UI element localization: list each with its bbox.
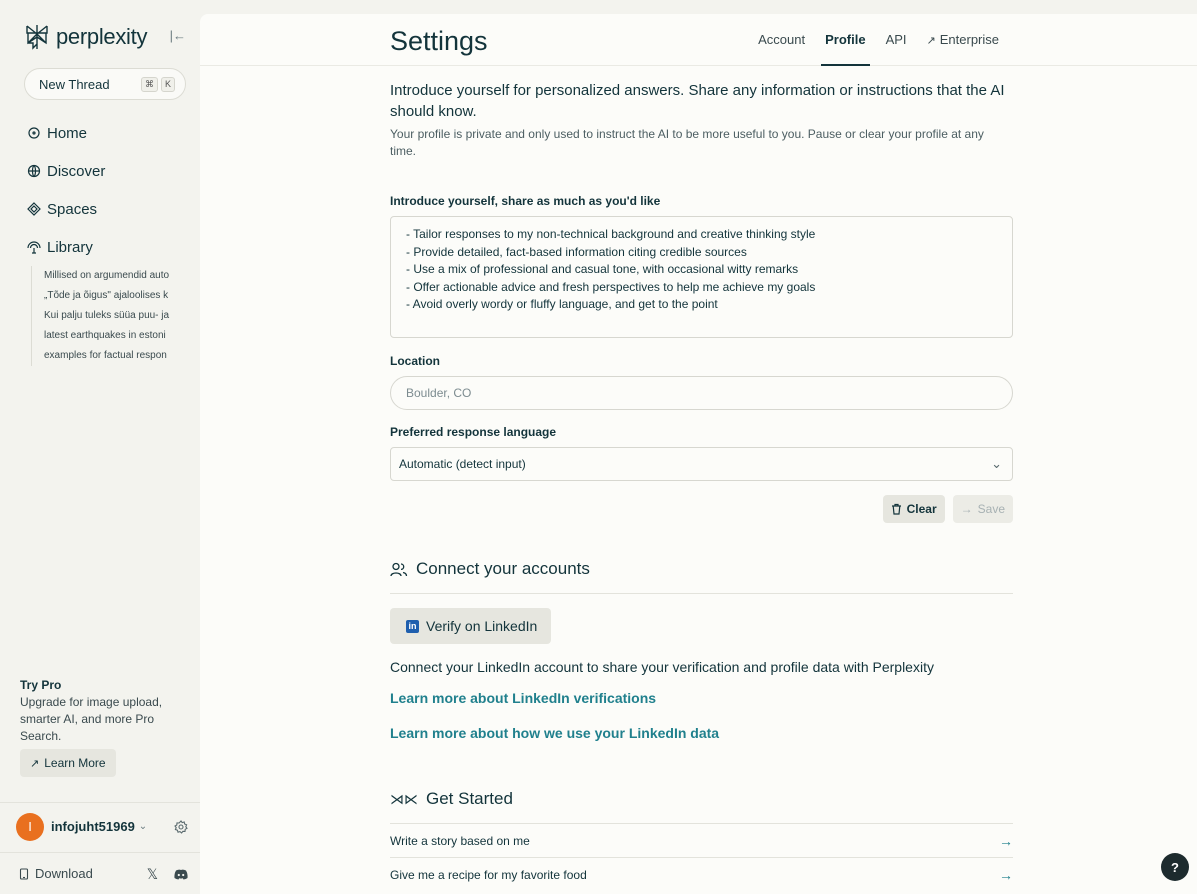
globe-icon bbox=[27, 164, 41, 178]
brand-name: perplexity bbox=[56, 24, 148, 49]
get-started-heading: ⋊⋉ Get Started bbox=[390, 789, 1013, 809]
sidebar-item-label: Spaces bbox=[47, 200, 98, 218]
verify-linkedin-button[interactable]: in Verify on LinkedIn bbox=[390, 608, 552, 644]
library-thread-item[interactable]: Millised on argumendid auto bbox=[44, 266, 200, 286]
users-icon bbox=[390, 562, 408, 576]
chevron-down-icon: ⌄ bbox=[991, 456, 1002, 471]
new-thread-label: New Thread bbox=[39, 76, 110, 92]
language-label: Preferred response language bbox=[390, 425, 557, 439]
profile-intro-sub: Your profile is private and only used to… bbox=[390, 127, 984, 158]
download-button[interactable]: Download bbox=[18, 866, 93, 881]
tab-account[interactable]: Account bbox=[748, 14, 815, 66]
get-started-list: Write a story based on me → Give me a re… bbox=[390, 823, 1013, 891]
device-icon bbox=[19, 867, 29, 880]
download-label: Download bbox=[35, 866, 93, 881]
get-started-heading-label: Get Started bbox=[426, 789, 513, 808]
arrow-right-icon: → bbox=[999, 832, 1013, 849]
settings-panel: Settings Account Profile API ↗ Enterprise… bbox=[200, 14, 1197, 894]
settings-tabs: Account Profile API ↗ Enterprise bbox=[748, 14, 1009, 66]
divider bbox=[390, 593, 1013, 594]
sparkle-icon: ⋊⋉ bbox=[390, 790, 418, 807]
learn-more-button[interactable]: ↗ Learn More bbox=[20, 749, 116, 777]
linkedin-verifications-link[interactable]: Learn more about LinkedIn verifications bbox=[390, 690, 656, 706]
username[interactable]: infojuht51969 bbox=[51, 819, 135, 834]
k-key: K bbox=[160, 76, 175, 92]
tab-enterprise-label: Enterprise bbox=[939, 32, 999, 47]
brand-logo[interactable]: perplexity |← bbox=[0, 14, 200, 60]
arrow-right-icon: → bbox=[999, 866, 1013, 883]
command-key: ⌘ bbox=[140, 76, 158, 92]
connect-heading: Connect your accounts bbox=[390, 559, 1013, 579]
list-item[interactable]: Give me a recipe for my favorite food → bbox=[390, 857, 1013, 891]
profile-actions: Clear → Save bbox=[390, 495, 1013, 523]
new-thread-button[interactable]: New Thread ⌘ K bbox=[24, 68, 186, 100]
x-icon[interactable]: 𝕏 bbox=[147, 866, 158, 883]
try-pro-description: Upgrade for image upload, smarter AI, an… bbox=[20, 695, 163, 743]
learn-more-label: Learn More bbox=[44, 756, 106, 770]
help-button[interactable]: ? bbox=[1161, 853, 1189, 881]
library-thread-item[interactable]: „Tõde ja õigus" ajaloolises k bbox=[44, 286, 200, 306]
trash-icon bbox=[891, 503, 901, 515]
language-select-value: Automatic (detect input) bbox=[399, 457, 526, 471]
save-label: Save bbox=[977, 502, 1005, 516]
connect-heading-label: Connect your accounts bbox=[416, 559, 590, 578]
tab-api[interactable]: API bbox=[876, 14, 917, 66]
user-menu: I infojuht51969 ⌄ bbox=[0, 802, 200, 850]
sidebar-item-label: Library bbox=[47, 238, 93, 256]
library-thread-list: Millised on argumendid auto „Tõde ja õig… bbox=[31, 266, 200, 366]
social-links: 𝕏 bbox=[147, 866, 188, 883]
save-button[interactable]: → Save bbox=[952, 495, 1013, 523]
arrow-right-icon: → bbox=[960, 502, 973, 516]
download-bar: Download 𝕏 bbox=[0, 852, 200, 894]
shortcut-keys: ⌘ K bbox=[140, 76, 175, 92]
linkedin-icon: in bbox=[406, 619, 419, 633]
try-pro-title: Try Pro bbox=[20, 678, 62, 692]
collapse-sidebar-icon[interactable]: |← bbox=[170, 28, 186, 43]
try-pro-card: Try Pro Upgrade for image upload, smarte… bbox=[20, 678, 190, 777]
clear-button[interactable]: Clear bbox=[882, 495, 945, 523]
connect-description: Connect your LinkedIn account to share y… bbox=[390, 659, 934, 675]
sidebar-nav: Home Discover Spaces Library bbox=[0, 114, 200, 266]
verify-linkedin-label: Verify on LinkedIn bbox=[426, 618, 538, 634]
list-item-label: Give me a recipe for my favorite food bbox=[390, 867, 587, 882]
sidebar-item-discover[interactable]: Discover bbox=[0, 152, 200, 190]
profile-intro: Introduce yourself for personalized answ… bbox=[390, 82, 1005, 120]
sidebar-item-spaces[interactable]: Spaces bbox=[0, 190, 200, 228]
library-thread-item[interactable]: latest earthquakes in estoni bbox=[44, 326, 200, 346]
language-select[interactable]: Automatic (detect input) ⌄ bbox=[390, 447, 1013, 481]
sidebar-item-home[interactable]: Home bbox=[0, 114, 200, 152]
sidebar-item-label: Home bbox=[47, 124, 88, 142]
perplexity-logo-icon bbox=[26, 25, 48, 50]
list-item-label: Write a story based on me bbox=[390, 833, 530, 848]
clear-label: Clear bbox=[906, 502, 937, 516]
list-item[interactable]: Write a story based on me → bbox=[390, 823, 1013, 857]
library-thread-item[interactable]: examples for factual respon bbox=[44, 346, 200, 366]
linkedin-data-link[interactable]: Learn more about how we use your LinkedI… bbox=[390, 725, 719, 741]
arrow-up-right-icon: ↗ bbox=[926, 35, 936, 47]
sidebar: perplexity |← New Thread ⌘ K Home Discov… bbox=[0, 0, 200, 894]
library-icon bbox=[27, 241, 41, 254]
avatar[interactable]: I bbox=[16, 812, 44, 841]
about-textarea[interactable]: - Tailor responses to my non-technical b… bbox=[390, 216, 1013, 338]
search-icon bbox=[28, 127, 40, 139]
location-label: Location bbox=[390, 354, 440, 368]
tab-profile[interactable]: Profile bbox=[815, 14, 875, 66]
spaces-icon bbox=[27, 202, 41, 216]
discord-icon[interactable] bbox=[174, 867, 188, 883]
chevron-down-icon[interactable]: ⌄ bbox=[139, 821, 147, 832]
location-input[interactable]: Boulder, CO bbox=[390, 376, 1013, 410]
about-label: Introduce yourself, share as much as you… bbox=[390, 194, 661, 208]
page-title: Settings bbox=[390, 26, 488, 56]
sidebar-item-label: Discover bbox=[47, 162, 106, 180]
settings-header: Settings Account Profile API ↗ Enterprise bbox=[200, 14, 1197, 66]
sidebar-item-library[interactable]: Library bbox=[0, 228, 200, 266]
profile-section: Introduce yourself for personalized answ… bbox=[390, 76, 1013, 891]
tab-enterprise[interactable]: ↗ Enterprise bbox=[917, 14, 1009, 66]
library-thread-item[interactable]: Kui palju tuleks süüa puu- ja bbox=[44, 306, 200, 326]
gear-icon[interactable] bbox=[174, 820, 188, 834]
arrow-up-right-icon: ↗ bbox=[30, 757, 40, 770]
